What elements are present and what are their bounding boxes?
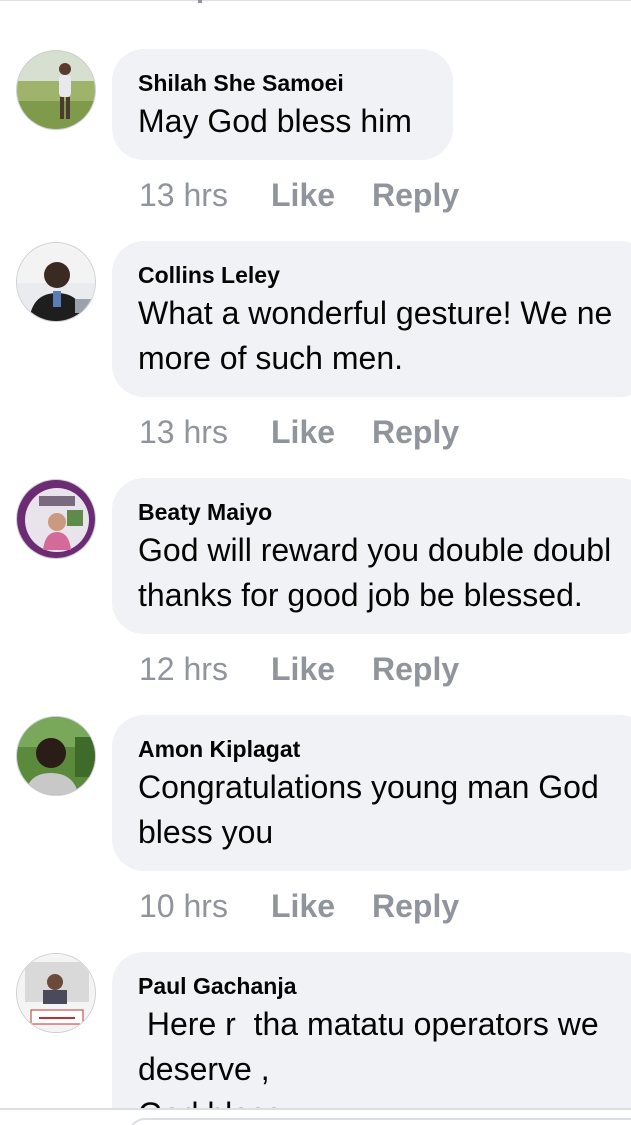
- comment-composer-bar: [0, 1108, 631, 1125]
- profile-photo-icon: [17, 243, 95, 321]
- comment-bubble: Collins Leley What a wonderful gesture! …: [112, 241, 631, 397]
- comment-timestamp[interactable]: 10 hrs: [139, 886, 271, 926]
- comment-text-line: Here r tha matatu operators we: [138, 1006, 599, 1042]
- like-button[interactable]: Like: [271, 412, 372, 452]
- avatar[interactable]: [16, 479, 96, 559]
- profile-photo-icon: [17, 480, 95, 558]
- comment-author[interactable]: Shilah She Samoei: [138, 69, 427, 97]
- avatar[interactable]: [16, 50, 96, 130]
- comment-author[interactable]: Beaty Maiyo: [138, 498, 626, 526]
- reply-button[interactable]: Reply: [372, 175, 459, 215]
- profile-photo-icon: [17, 51, 95, 129]
- comment-bubble: Amon Kiplagat Congratulations young man …: [112, 715, 631, 871]
- profile-photo-icon: [17, 717, 95, 795]
- comment-actions: 13 hrs Like Reply: [139, 175, 459, 215]
- comment-text-line: deserve ,: [138, 1051, 270, 1087]
- comment-text-line: more of such men.: [138, 340, 403, 376]
- comment-actions: 13 hrs Like Reply: [139, 412, 459, 452]
- top-divider: [0, 0, 631, 1]
- comment-text-line: What a wonderful gesture! We ne: [138, 295, 613, 331]
- comment-text-line: God will reward you double doubl: [138, 532, 612, 568]
- comment-timestamp[interactable]: 13 hrs: [139, 175, 271, 215]
- comment-text-line: thanks for good job be blessed.: [138, 577, 583, 613]
- like-button[interactable]: Like: [271, 886, 372, 926]
- comment-input[interactable]: [128, 1118, 631, 1125]
- comment-timestamp[interactable]: 12 hrs: [139, 649, 271, 689]
- comment-bubble: Paul Gachanja Here r tha matatu operator…: [112, 952, 631, 1125]
- reply-button[interactable]: Reply: [372, 412, 459, 452]
- like-button[interactable]: Like: [271, 649, 372, 689]
- avatar[interactable]: [16, 953, 96, 1033]
- comment-author[interactable]: Amon Kiplagat: [138, 735, 626, 763]
- like-button[interactable]: Like: [271, 175, 372, 215]
- comment-timestamp[interactable]: 13 hrs: [139, 412, 271, 452]
- avatar[interactable]: [16, 242, 96, 322]
- reply-button[interactable]: Reply: [372, 886, 459, 926]
- comment-author[interactable]: Collins Leley: [138, 261, 626, 289]
- avatar[interactable]: [16, 716, 96, 796]
- comment-text-line: Congratulations young man God: [138, 769, 599, 805]
- reply-button[interactable]: Reply: [372, 649, 459, 689]
- scroll-indicator: [198, 0, 202, 3]
- comment-bubble: Shilah She Samoei May God bless him: [112, 49, 453, 160]
- comment-text-line: May God bless him: [138, 103, 412, 139]
- comment-author[interactable]: Paul Gachanja: [138, 972, 626, 1000]
- profile-photo-icon: [17, 954, 95, 1032]
- comment-actions: 12 hrs Like Reply: [139, 649, 459, 689]
- comment-bubble: Beaty Maiyo God will reward you double d…: [112, 478, 631, 634]
- comment-text-line: bless you: [138, 814, 274, 850]
- comment-actions: 10 hrs Like Reply: [139, 886, 459, 926]
